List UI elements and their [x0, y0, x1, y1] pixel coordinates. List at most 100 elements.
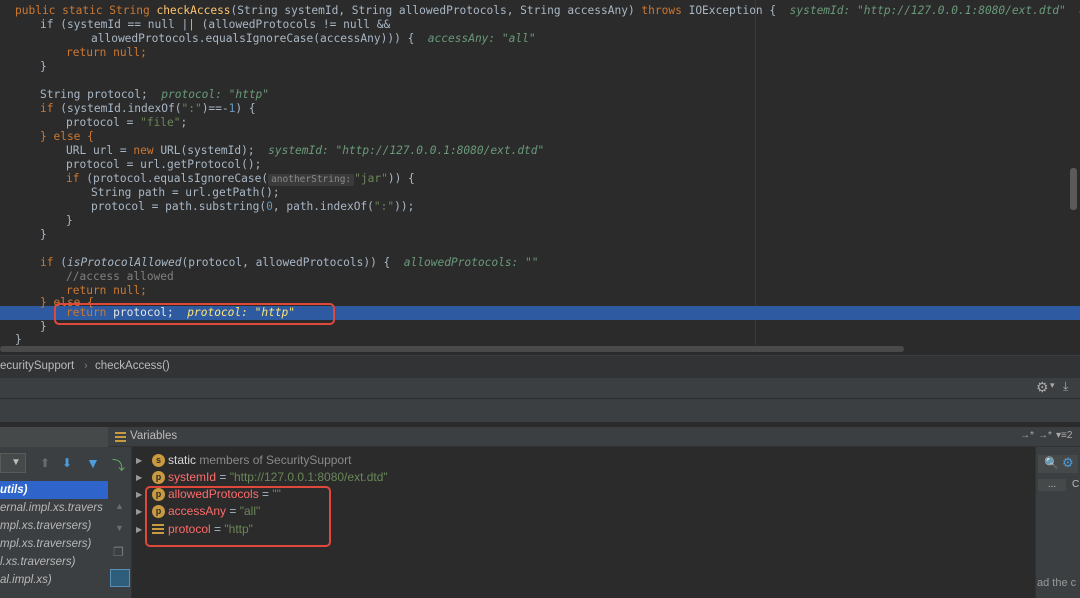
frame-item[interactable]: al.impl.xs) [0, 571, 108, 589]
code-line: protocol = path.substring(0, path.indexO… [91, 200, 414, 214]
code-line: } [40, 228, 47, 242]
code-text: if (systemId == null || (allowedProtocol… [40, 18, 391, 31]
number-literal: 0 [266, 200, 273, 213]
watches-toolbar: 🔍 ⚙ [1038, 455, 1078, 473]
exception-type: IOException { [681, 4, 777, 17]
inline-debug-value: systemId: "http://127.0.0.1:8080/ext.dtd… [268, 144, 545, 157]
code-text: } [40, 228, 47, 241]
variable-name: systemId [168, 470, 217, 484]
copy-icon[interactable]: ❐ [113, 545, 124, 559]
static-badge-icon: s [152, 454, 165, 467]
method-name: checkAccess [156, 4, 231, 17]
code-text: } else { [40, 130, 94, 143]
code-line: } [66, 214, 73, 228]
variables-list-icon [115, 432, 126, 442]
horizontal-scrollbar[interactable] [0, 346, 904, 352]
breadcrumb-class[interactable]: ecuritySupport [0, 360, 74, 372]
arrow-down-icon[interactable]: ⬇ [62, 456, 72, 470]
code-text: URL url = [66, 144, 134, 157]
arrow-down-icon[interactable]: ▼ [115, 523, 124, 533]
string-literal: "jar" [354, 172, 388, 185]
frame-item[interactable]: l.xs.traversers) [0, 553, 108, 571]
code-line: } else { [40, 130, 94, 144]
code-text: protocol = path.substring( [91, 200, 267, 213]
minimize-icon[interactable]: →* [1038, 430, 1052, 441]
expand-arrow-icon[interactable]: ▶ [136, 521, 142, 538]
code-line: if (protocol.equalsIgnoreCase(anotherStr… [66, 172, 415, 186]
code-line: } [15, 333, 22, 347]
expand-arrow-icon[interactable]: ▶ [136, 452, 142, 469]
code-line: String protocol; protocol: "http" [40, 88, 269, 102]
if-keyword: if [40, 256, 54, 269]
vertical-scrollbar[interactable] [1070, 168, 1077, 210]
code-text: URL(systemId); [153, 144, 255, 157]
highlight-box-return [54, 303, 335, 325]
inline-debug-value: accessAny: "all" [427, 32, 536, 45]
highlight-box-variables [145, 486, 331, 547]
frame-item[interactable]: utils) [0, 481, 108, 499]
code-line: if (systemId == null || (allowedProtocol… [40, 18, 390, 32]
static-call: isProtocolAllowed [66, 256, 182, 269]
thread-selector[interactable]: ▼ [0, 453, 26, 473]
arrow-up-icon[interactable]: ⬆ [40, 456, 50, 470]
code-line: } [40, 320, 47, 334]
code-editor[interactable]: public static String checkAccess(String … [0, 0, 1080, 355]
variable-row[interactable]: ▶ p systemId = "http://127.0.0.1:8080/ex… [132, 469, 532, 486]
restore-layout-icon[interactable]: →* [1020, 430, 1034, 441]
variable-value: members of SecuritySupport [199, 453, 352, 467]
throws-keyword: throws [641, 4, 682, 17]
frame-item[interactable]: ernal.impl.xs.travers [0, 499, 108, 517]
gear-icon[interactable]: ⚙ [1062, 455, 1074, 471]
right-margin-guide [755, 0, 756, 345]
code-text: String path = url.getPath(); [91, 186, 280, 199]
step-in-icon[interactable]: ⤵ [112, 455, 125, 474]
inline-debug-value: allowedProtocols: "" [403, 256, 539, 269]
code-line: protocol = url.getProtocol(); [66, 158, 261, 172]
string-literal: ":" [181, 102, 202, 115]
watches-column[interactable]: C [1072, 479, 1079, 490]
code-line: if (systemId.indexOf(":")==-1) { [40, 102, 256, 116]
code-text: (protocol, allowedProtocols)) { [181, 256, 391, 269]
code-text: } [15, 333, 22, 346]
string-literal: ":" [373, 200, 395, 213]
code-text: protocol = [66, 116, 141, 129]
gear-icon[interactable]: ⚙ [1036, 379, 1049, 396]
expand-arrow-icon[interactable]: ▶ [136, 503, 142, 520]
variables-tree: ▶ s static members of SecuritySupport ▶ … [132, 447, 1035, 598]
new-keyword: new [133, 144, 154, 157]
code-line: allowedProtocols.equalsIgnoreCase(access… [91, 32, 536, 46]
watches-column[interactable]: ... [1038, 479, 1066, 491]
arrow-up-icon[interactable]: ▲ [115, 501, 124, 511]
breadcrumb-method[interactable]: checkAccess() [95, 360, 170, 372]
chevron-down-icon[interactable]: ▾ [1050, 380, 1055, 391]
code-text: ; [180, 116, 188, 129]
variable-value: "http://127.0.0.1:8080/ext.dtd" [229, 470, 388, 484]
code-line: } [40, 60, 47, 74]
variable-row[interactable]: ▶ s static members of SecuritySupport [132, 452, 532, 469]
code-text: )) { [387, 172, 415, 185]
code-line: //access allowed [66, 270, 174, 284]
expand-arrow-icon[interactable]: ▶ [136, 469, 142, 486]
filter-icon[interactable]: ▼ [86, 455, 100, 471]
search-icon[interactable]: 🔍 [1044, 456, 1059, 470]
code-text: )); [394, 200, 415, 213]
image-view-icon[interactable] [110, 569, 130, 587]
frame-item[interactable]: mpl.xs.traversers) [0, 517, 108, 535]
watches-toggle-icon[interactable]: ▾≡2 [1056, 430, 1072, 441]
frame-item[interactable]: mpl.xs.traversers) [0, 535, 108, 553]
breadcrumb-separator-icon: › [84, 360, 88, 372]
code-comment: //access allowed [66, 270, 174, 283]
code-line: return null; [66, 46, 147, 60]
code-text: (protocol.equalsIgnoreCase( [79, 172, 269, 185]
string-literal: "file" [140, 116, 181, 129]
code-text: return null; [66, 46, 147, 59]
code-text: } [40, 60, 47, 73]
chevron-down-icon: ▼ [11, 457, 21, 468]
code-text: )==- [201, 102, 229, 115]
code-text: } [40, 320, 47, 333]
inline-debug-value: systemId: "http://127.0.0.1:8080/ext.dtd… [789, 4, 1080, 17]
expand-arrow-icon[interactable]: ▶ [136, 486, 142, 503]
code-text: allowedProtocols.equalsIgnoreCase(access… [91, 32, 415, 45]
download-icon[interactable]: ⤓ [1063, 379, 1068, 394]
code-line: public static String checkAccess(String … [15, 4, 1080, 18]
